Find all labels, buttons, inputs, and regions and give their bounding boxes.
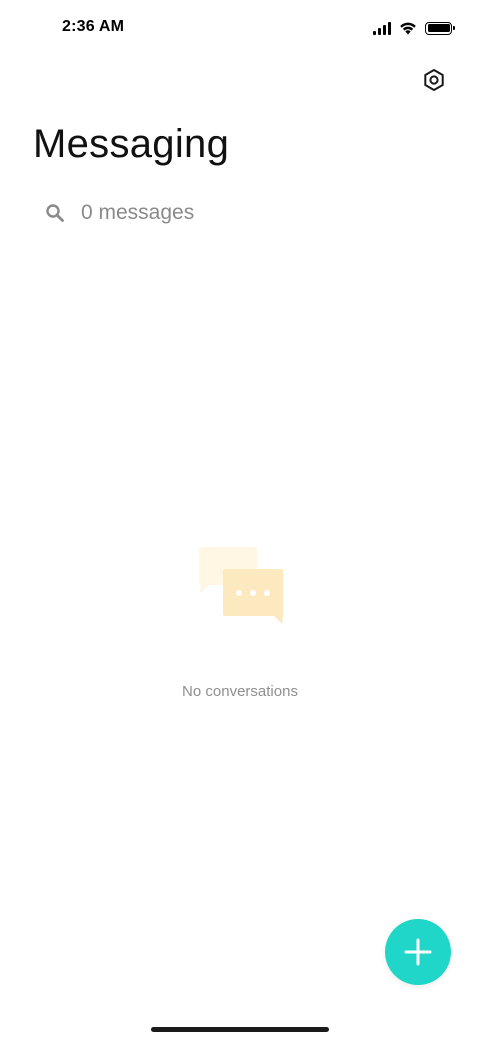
search-bar[interactable]: [44, 196, 444, 230]
status-icons: [373, 18, 455, 38]
signal-icon: [373, 21, 391, 35]
search-input[interactable]: [81, 201, 421, 225]
battery-icon: [425, 21, 455, 35]
status-bar: 2:36 AM: [0, 0, 480, 56]
settings-button[interactable]: [418, 64, 450, 96]
messaging-screen: 2:36 AM Messaging 0 messages No conversa…: [0, 0, 480, 1040]
home-indicator[interactable]: [151, 1027, 329, 1032]
plus-icon: [404, 938, 432, 966]
search-icon: [44, 202, 66, 224]
chat-bubbles-icon: [199, 547, 283, 624]
empty-state-text: No conversations: [182, 683, 298, 700]
wifi-icon: [400, 22, 416, 35]
status-time: 2:36 AM: [62, 18, 125, 35]
new-conversation-button[interactable]: [385, 919, 451, 985]
settings-hexagon-icon: [424, 69, 444, 91]
page-title: Messaging: [33, 122, 230, 166]
